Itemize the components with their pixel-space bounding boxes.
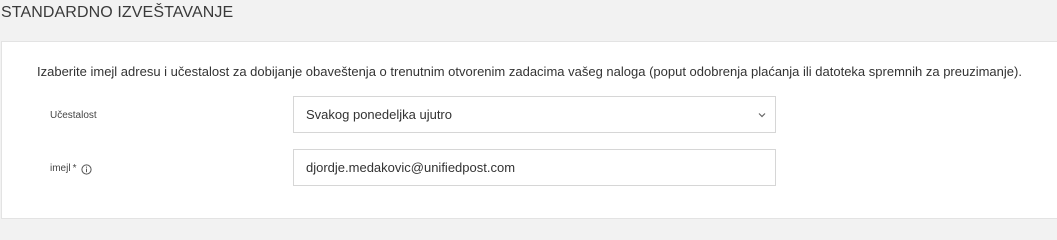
required-marker: * — [72, 163, 77, 174]
standard-reporting-page: STANDARDNO IZVEŠTAVANJE Izaberite imejl … — [0, 0, 1057, 222]
form-description: Izaberite imejl adresu i učestalost za d… — [37, 64, 1022, 79]
frequency-label: Učestalost — [50, 109, 97, 123]
email-value: djordje.medakovic@unifiedpost.com — [306, 160, 516, 175]
frequency-select[interactable]: Svakog ponedeljka ujutro — [293, 96, 776, 133]
section-title: STANDARDNO IZVEŠTAVANJE — [1, 4, 234, 21]
frequency-selected-value: Svakog ponedeljka ujutro — [306, 107, 452, 122]
reporting-card: Izaberite imejl adresu i učestalost za d… — [1, 41, 1057, 219]
email-label: imejl * — [50, 162, 93, 176]
frequency-label-text: Učestalost — [50, 110, 97, 121]
info-icon[interactable] — [81, 163, 93, 175]
email-field[interactable]: djordje.medakovic@unifiedpost.com — [293, 149, 776, 186]
chevron-down-icon — [749, 112, 775, 118]
email-label-text: imejl — [50, 163, 71, 174]
